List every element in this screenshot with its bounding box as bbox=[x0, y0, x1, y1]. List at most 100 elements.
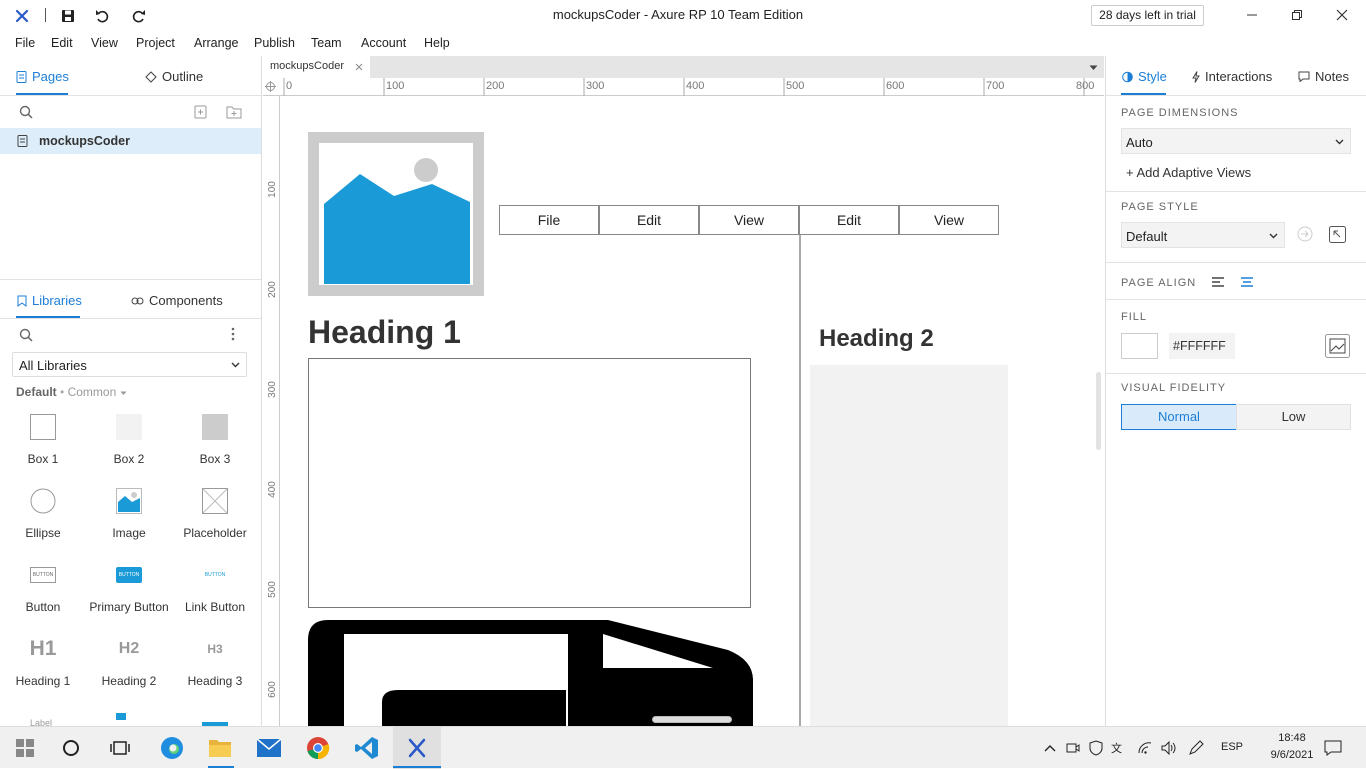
library-crumb[interactable]: Default • Common bbox=[16, 385, 127, 399]
ruler-label: 400 bbox=[686, 80, 705, 92]
menu-edit[interactable]: Edit bbox=[51, 36, 73, 50]
label-thumb[interactable]: Label bbox=[30, 718, 52, 726]
lib-item-label: Heading 2 bbox=[101, 674, 157, 688]
trial-badge[interactable]: 28 days left in trial bbox=[1091, 5, 1204, 26]
align-left-icon[interactable] bbox=[1211, 276, 1225, 288]
add-adaptive-views-link[interactable]: + Add Adaptive Views bbox=[1126, 165, 1251, 180]
menu-project[interactable]: Project bbox=[136, 36, 175, 50]
fill-hex-field[interactable]: #FFFFFF bbox=[1169, 333, 1235, 359]
canvas-nav-file[interactable]: File bbox=[499, 205, 599, 235]
language-indicator[interactable]: ESP bbox=[1221, 741, 1243, 753]
heading2-widget[interactable]: Heading 2 bbox=[819, 325, 934, 353]
vscode-icon[interactable] bbox=[354, 735, 380, 761]
svg-text:文: 文 bbox=[1111, 741, 1122, 755]
tab-notes[interactable]: Notes bbox=[1298, 69, 1349, 84]
ruler-label: 100 bbox=[266, 181, 278, 198]
mail-icon[interactable] bbox=[256, 735, 282, 761]
menu-help[interactable]: Help bbox=[424, 36, 450, 50]
paragraph-thumb[interactable] bbox=[116, 712, 142, 726]
large-icon-widget[interactable] bbox=[308, 620, 753, 726]
close-tab-icon[interactable] bbox=[355, 63, 363, 71]
crumb-sep: • bbox=[60, 385, 65, 399]
manage-styles-icon[interactable] bbox=[1329, 226, 1346, 243]
library-select[interactable]: All Libraries bbox=[12, 352, 247, 377]
ruler-top: 0 100 200 300 400 500 600 700 800 bbox=[263, 78, 1104, 96]
menu-arrange[interactable]: Arrange bbox=[194, 36, 238, 50]
notifications-icon[interactable] bbox=[1320, 735, 1346, 761]
edge-icon[interactable] bbox=[159, 735, 185, 761]
chrome-icon[interactable] bbox=[305, 735, 331, 761]
taskbar: 文 ESP 18:48 9/6/2021 bbox=[0, 726, 1366, 769]
fill-image-icon[interactable] bbox=[1325, 334, 1350, 358]
menu-publish[interactable]: Publish bbox=[254, 36, 295, 50]
vertical-divider[interactable] bbox=[799, 235, 801, 726]
align-center-icon[interactable] bbox=[1240, 276, 1254, 288]
add-folder-icon[interactable] bbox=[226, 105, 242, 122]
tab-interactions[interactable]: Interactions bbox=[1192, 69, 1272, 84]
horizontal-scrollbar[interactable] bbox=[652, 716, 732, 723]
canvas-nav-edit[interactable]: Edit bbox=[599, 205, 699, 235]
button-thumb: BUTTON bbox=[30, 567, 56, 583]
fill-hex-value: #FFFFFF bbox=[1173, 339, 1226, 353]
tab-components[interactable]: Components bbox=[131, 293, 223, 308]
pen-icon[interactable] bbox=[1183, 735, 1209, 761]
canvas-nav-edit-2[interactable]: Edit bbox=[799, 205, 899, 235]
menu-file[interactable]: File bbox=[15, 36, 35, 50]
tab-style[interactable]: Style bbox=[1122, 69, 1167, 84]
search-icon[interactable] bbox=[19, 105, 33, 122]
input-method-icon[interactable]: 文 bbox=[1106, 735, 1132, 761]
page-dimensions-select[interactable]: Auto bbox=[1121, 128, 1351, 154]
box-widget[interactable] bbox=[308, 358, 751, 608]
tab-outline[interactable]: Outline bbox=[145, 69, 203, 84]
h3-thumb: H3 bbox=[207, 642, 223, 656]
divider bbox=[1106, 262, 1366, 263]
search-circle-icon[interactable] bbox=[58, 735, 84, 761]
fidelity-low-button[interactable]: Low bbox=[1236, 404, 1351, 430]
heading1-widget[interactable]: Heading 1 bbox=[308, 314, 461, 351]
page-item-selected[interactable]: mockupsCoder bbox=[0, 128, 261, 154]
design-canvas[interactable]: File Edit View Edit View Heading 1 Headi… bbox=[280, 96, 1104, 726]
volume-icon[interactable] bbox=[1156, 735, 1182, 761]
document-tab-label: mockupsCoder bbox=[270, 60, 344, 72]
windows-start-icon[interactable] bbox=[12, 735, 38, 761]
more-options-icon[interactable] bbox=[231, 327, 235, 344]
canvas-nav-view[interactable]: View bbox=[699, 205, 799, 235]
menu-bar: File Edit View Project Arrange Publish T… bbox=[0, 31, 1366, 56]
close-window-icon[interactable] bbox=[1328, 4, 1356, 26]
axure-taskbar-icon[interactable] bbox=[404, 735, 430, 761]
tab-libraries[interactable]: Libraries bbox=[17, 293, 82, 308]
clock-date[interactable]: 9/6/2021 bbox=[1262, 749, 1322, 761]
page-style-select[interactable]: Default bbox=[1121, 222, 1285, 248]
fill-color-swatch[interactable] bbox=[1121, 333, 1158, 359]
add-page-icon[interactable] bbox=[194, 105, 207, 122]
lib-item-label: Box 3 bbox=[199, 452, 231, 466]
image-widget[interactable] bbox=[308, 132, 484, 296]
library-search-icon[interactable] bbox=[19, 328, 33, 345]
restore-icon[interactable] bbox=[1283, 4, 1311, 26]
fidelity-normal-button[interactable]: Normal bbox=[1121, 404, 1237, 430]
h2-thumb: H2 bbox=[118, 640, 140, 657]
menu-team[interactable]: Team bbox=[311, 36, 342, 50]
tab-libraries-label: Libraries bbox=[32, 293, 82, 308]
vertical-scrollbar[interactable] bbox=[1096, 372, 1101, 450]
task-view-icon[interactable] bbox=[107, 735, 133, 761]
document-tab[interactable]: mockupsCoder bbox=[263, 56, 370, 78]
box2-widget[interactable] bbox=[810, 365, 1008, 726]
canvas-nav-view-2[interactable]: View bbox=[899, 205, 999, 235]
apply-style-icon[interactable] bbox=[1297, 226, 1313, 242]
tab-overflow-icon[interactable] bbox=[1089, 65, 1098, 71]
lib-item-label: Image bbox=[112, 526, 146, 540]
menu-view[interactable]: View bbox=[91, 36, 118, 50]
minimize-icon[interactable] bbox=[1238, 4, 1266, 26]
file-explorer-icon[interactable] bbox=[207, 735, 233, 761]
tab-outline-label: Outline bbox=[162, 69, 204, 84]
clock-time[interactable]: 18:48 bbox=[1262, 732, 1322, 744]
chevron-down-icon bbox=[1269, 233, 1278, 239]
placeholder-icon bbox=[202, 488, 228, 514]
page-item-label: mockupsCoder bbox=[39, 134, 130, 148]
menu-account[interactable]: Account bbox=[361, 36, 406, 50]
divider bbox=[0, 279, 261, 280]
pages-icon bbox=[16, 70, 27, 83]
tab-pages[interactable]: Pages bbox=[16, 69, 69, 84]
wifi-icon[interactable] bbox=[1132, 735, 1158, 761]
